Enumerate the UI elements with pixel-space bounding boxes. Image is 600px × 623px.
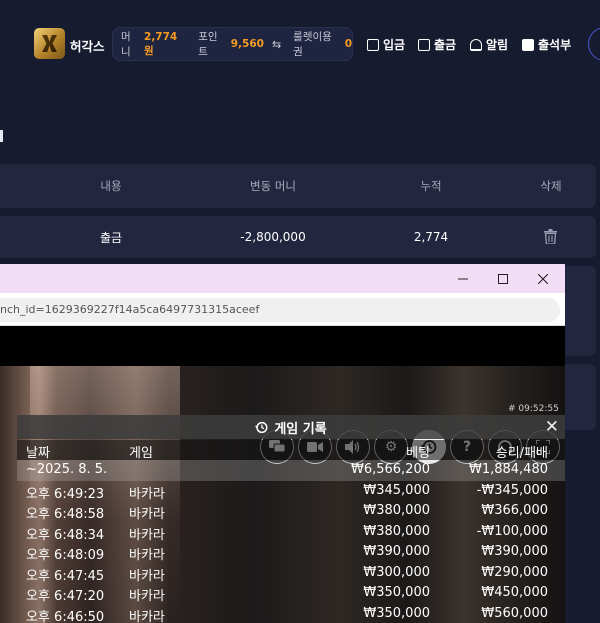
row-game: 바카라 xyxy=(129,507,165,522)
row-game: 바카라 xyxy=(129,527,165,543)
history-row[interactable]: 오후 6:48:09 바카라 ₩390,000 ₩390,000 xyxy=(17,542,565,563)
gift-icon xyxy=(522,38,534,51)
bell-icon xyxy=(470,38,482,51)
user-menu-button[interactable] xyxy=(588,27,600,61)
row-result: ₩366,000 xyxy=(481,503,548,518)
table-row xyxy=(565,364,596,430)
row-change: -2,800,000 xyxy=(240,230,306,244)
history-row[interactable]: 오후 6:48:58 바카라 ₩380,000 ₩366,000 xyxy=(17,501,565,522)
point-value: 9,560 xyxy=(230,38,264,50)
deposit-icon xyxy=(367,38,379,51)
close-window-button[interactable] xyxy=(523,264,563,293)
total-bet: ₩6,566,200 xyxy=(350,462,430,477)
col-change: 변동 머니 xyxy=(250,179,296,193)
withdraw-icon xyxy=(418,38,430,51)
row-bet: ₩300,000 xyxy=(363,564,430,580)
row-bet: ₩380,000 xyxy=(363,503,430,518)
history-row[interactable]: 오후 6:49:23 바카라 ₩345,000 -₩345,000 xyxy=(17,481,565,502)
row-date: 오후 6:47:45 xyxy=(26,568,105,584)
row-result: -₩100,000 xyxy=(476,523,548,539)
address-bar: nch_id=1629369227f14a5ca6497731315aceef xyxy=(0,293,565,326)
game-clock: # 09:52:55 xyxy=(508,404,559,414)
row-date: 오후 6:47:20 xyxy=(26,589,105,604)
total-date: ~2025. 8. 5. xyxy=(26,462,108,477)
minimize-icon xyxy=(458,278,468,279)
history-row[interactable]: 오후 6:47:45 바카라 ₩300,000 ₩290,000 xyxy=(17,563,565,584)
row-bet: ₩390,000 xyxy=(363,544,430,559)
col-result: 승리/패배 xyxy=(495,446,548,461)
top-header: 허각스 머니 2,774원 포인트 9,560 ⇆ 룰렛이용권 0 입금 출금 … xyxy=(0,0,600,88)
total-result: ₩1,884,480 xyxy=(468,462,548,477)
minimize-button[interactable] xyxy=(443,264,483,293)
col-delete: 삭제 xyxy=(540,179,562,193)
money-label: 머니 xyxy=(121,31,131,58)
table-row xyxy=(565,266,596,356)
history-table-header: 내용 변동 머니 누적 삭제 xyxy=(0,164,596,208)
nav-attendance[interactable]: 출석부 xyxy=(522,36,571,53)
col-cumulative: 누적 xyxy=(420,179,442,193)
history-total-row[interactable]: ~2025. 8. 5. ₩6,566,200 ₩1,884,480 xyxy=(17,460,565,481)
history-row[interactable]: 오후 6:46:50 바카라 ₩350,000 ₩560,000 xyxy=(17,604,565,623)
money-value: 2,774원 xyxy=(144,30,178,57)
nav-deposit[interactable]: 입금 xyxy=(367,36,405,53)
roulette-label: 룰렛이용권 xyxy=(293,31,332,58)
row-bet: ₩380,000 xyxy=(363,523,430,539)
row-game: 바카라 xyxy=(129,609,165,623)
history-icon xyxy=(255,421,268,433)
row-date: 오후 6:48:09 xyxy=(26,548,105,563)
row-result: ₩390,000 xyxy=(481,544,548,559)
nav-withdraw[interactable]: 출금 xyxy=(418,36,456,53)
col-game: 게임 xyxy=(129,446,153,461)
game-history-header: 게임 기록 ✕ xyxy=(17,415,565,439)
row-date: 오후 6:48:58 xyxy=(26,507,105,522)
game-history-table: 날짜 게임 베팅 승리/패배 ~2025. 8. 5. ₩6,566,200 ₩… xyxy=(17,440,565,623)
close-history-button[interactable]: ✕ xyxy=(545,417,559,437)
row-content: 출금 xyxy=(99,230,123,245)
wallet-summary: 머니 2,774원 포인트 9,560 ⇆ 룰렛이용권 0 xyxy=(112,27,353,61)
table-row: 출금 -2,800,000 2,774 xyxy=(0,216,596,258)
row-result: -₩345,000 xyxy=(476,482,548,498)
close-icon xyxy=(538,273,548,284)
logo-icon[interactable] xyxy=(34,28,65,59)
row-date: 오후 6:49:23 xyxy=(26,486,105,502)
row-bet: ₩350,000 xyxy=(363,585,430,600)
nav-alarm-label: 알림 xyxy=(486,38,509,52)
col-date: 날짜 xyxy=(26,446,50,461)
row-bet: ₩345,000 xyxy=(363,482,430,498)
row-result: ₩450,000 xyxy=(481,585,548,600)
row-game: 바카라 xyxy=(129,486,165,502)
row-date: 오후 6:48:34 xyxy=(26,527,105,543)
row-result: ₩560,000 xyxy=(481,605,548,621)
section-title-marker xyxy=(0,130,3,142)
history-table-header: 날짜 게임 베팅 승리/패배 xyxy=(17,440,565,461)
row-result: ₩290,000 xyxy=(481,564,548,580)
row-game: 바카라 xyxy=(129,548,165,563)
history-row[interactable]: 오후 6:48:34 바카라 ₩380,000 -₩100,000 xyxy=(17,522,565,543)
nav-attendance-label: 출석부 xyxy=(538,38,572,52)
trash-icon[interactable] xyxy=(544,229,557,244)
row-bet: ₩350,000 xyxy=(363,605,430,621)
col-bet: 베팅 xyxy=(406,446,430,461)
nav-withdraw-label: 출금 xyxy=(434,38,457,52)
col-content: 내용 xyxy=(100,179,122,193)
history-row[interactable]: 오후 6:47:20 바카라 ₩350,000 ₩450,000 xyxy=(17,583,565,604)
nav-deposit-label: 입금 xyxy=(383,38,406,52)
maximize-icon xyxy=(498,273,508,284)
window-titlebar[interactable] xyxy=(0,264,565,293)
maximize-button[interactable] xyxy=(483,264,523,293)
nav-alarm[interactable]: 알림 xyxy=(470,36,508,53)
point-label: 포인트 xyxy=(198,31,218,58)
point-swap-icon[interactable]: ⇆ xyxy=(272,38,281,51)
row-date: 오후 6:46:50 xyxy=(26,609,105,623)
game-history-title: 게임 기록 xyxy=(274,421,327,437)
brand-name[interactable]: 허각스 xyxy=(70,36,105,55)
row-game: 바카라 xyxy=(129,589,165,604)
address-text[interactable]: nch_id=1629369227f14a5ca6497731315aceef xyxy=(0,303,259,316)
roulette-value: 0 xyxy=(344,38,352,50)
row-game: 바카라 xyxy=(129,568,165,584)
row-cumulative: 2,774 xyxy=(413,230,449,244)
